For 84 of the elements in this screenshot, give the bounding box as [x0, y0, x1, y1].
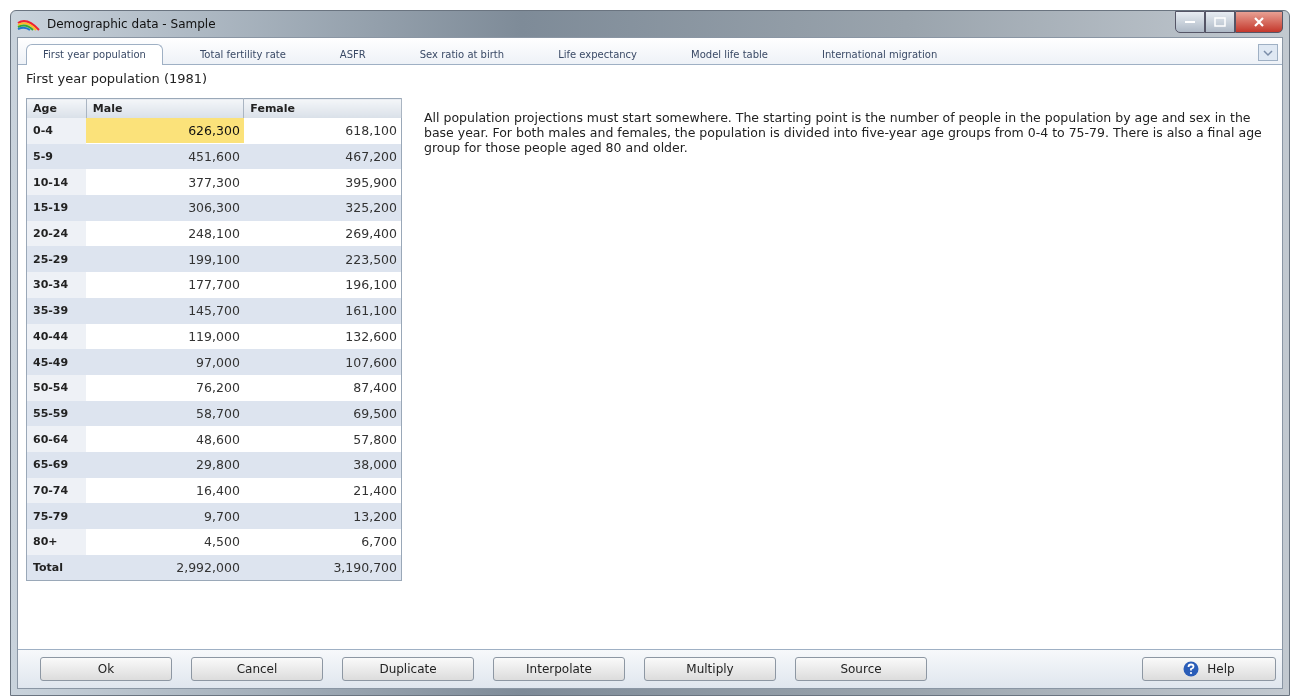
table-cell[interactable]: 395,900 [243, 169, 402, 196]
dialog-button[interactable]: Ok [40, 657, 172, 681]
row-header: 5-9 [26, 143, 87, 170]
help-button[interactable]: Help [1142, 657, 1276, 681]
column-header[interactable]: Male [86, 98, 244, 118]
row-header: 80+ [26, 529, 87, 555]
table-cell[interactable]: 467,200 [243, 143, 402, 170]
tab[interactable]: Life expectancy [541, 44, 655, 64]
row-header: 55-59 [26, 400, 87, 427]
table-cell[interactable]: 177,700 [86, 272, 244, 298]
table-cell[interactable]: 451,600 [86, 144, 244, 170]
table-cell[interactable]: 119,000 [86, 323, 244, 349]
table-cell[interactable]: 161,100 [243, 297, 402, 324]
table-cell[interactable]: 377,300 [86, 169, 244, 195]
minimize-button[interactable] [1175, 11, 1205, 33]
table-cell[interactable]: 223,500 [243, 246, 402, 273]
table-cell[interactable]: 3,190,700 [243, 554, 402, 581]
table-cell[interactable]: 107,600 [243, 349, 402, 375]
close-button[interactable] [1235, 11, 1283, 33]
maximize-icon [1214, 17, 1226, 27]
tab[interactable]: International migration [805, 44, 955, 64]
help-icon [1183, 661, 1200, 677]
table-cell[interactable]: 132,600 [243, 323, 402, 350]
minimize-icon [1184, 20, 1196, 24]
dialog-button[interactable]: Duplicate [342, 657, 474, 681]
dialog-button[interactable]: Source [795, 657, 927, 681]
dialog-button[interactable]: Multiply [644, 657, 776, 681]
table-cell[interactable]: 76,200 [86, 375, 244, 401]
row-header: 25-29 [26, 246, 87, 273]
table-cell[interactable]: 2,992,000 [86, 555, 244, 581]
description-text: All population projections must start somewhere. The starting point is the number of people in the population by age and sex in the base year. For both males and females, the population is divided into five-year age groups from 0-4 to 75-79. There is also a final age group for those people aged 80 and older. [424, 110, 1263, 157]
row-header: Total [26, 554, 87, 581]
row-header: 60-64 [26, 426, 87, 452]
table-cell[interactable]: 16,400 [86, 477, 244, 503]
table-cell[interactable]: 38,000 [243, 451, 402, 478]
tab[interactable]: Model life table [674, 44, 785, 64]
close-icon [1253, 17, 1265, 27]
row-header: 20-24 [26, 220, 87, 247]
table-cell[interactable]: 6,700 [243, 529, 402, 555]
table-cell[interactable]: 21,400 [243, 477, 402, 504]
row-header: 0-4 [26, 118, 87, 144]
table-cell[interactable]: 626,300 [86, 118, 244, 144]
table-cell[interactable]: 4,500 [86, 529, 244, 555]
table-cell[interactable]: 199,100 [86, 246, 244, 272]
row-header: 30-34 [26, 272, 87, 298]
table-cell[interactable]: 618,100 [243, 118, 402, 144]
column-header[interactable]: Age [26, 98, 87, 118]
table-cell[interactable]: 248,100 [86, 221, 244, 247]
tab[interactable]: ASFR [322, 44, 383, 64]
table-cell[interactable]: 13,200 [243, 503, 402, 529]
column-header[interactable]: Female [243, 98, 402, 118]
row-header: 40-44 [26, 323, 87, 350]
row-header: 75-79 [26, 503, 87, 529]
tab[interactable]: First year population [26, 44, 163, 65]
tab-menu-button[interactable] [1258, 44, 1278, 61]
tab[interactable]: Total fertility rate [182, 44, 303, 64]
dialog-button[interactable]: Interpolate [493, 657, 625, 681]
row-header: 15-19 [26, 195, 87, 221]
table-cell[interactable]: 29,800 [86, 452, 244, 478]
row-header: 50-54 [26, 374, 87, 401]
tab[interactable]: Sex ratio at birth [402, 44, 522, 64]
table-cell[interactable]: 306,300 [86, 195, 244, 221]
table-cell[interactable]: 9,700 [86, 503, 244, 529]
table-cell[interactable]: 325,200 [243, 195, 402, 221]
dialog-button[interactable]: Cancel [191, 657, 323, 681]
section-heading: First year population (1981) [26, 71, 209, 86]
table-cell[interactable]: 269,400 [243, 220, 402, 247]
chevron-down-icon [1263, 48, 1273, 57]
table-cell[interactable]: 69,500 [243, 400, 402, 427]
row-header: 10-14 [26, 169, 87, 196]
row-header: 70-74 [26, 477, 87, 504]
table-cell[interactable]: 48,600 [86, 426, 244, 452]
table-cell[interactable]: 145,700 [86, 298, 244, 324]
row-header: 65-69 [26, 451, 87, 478]
window-title: Demographic data - Sample [47, 17, 216, 31]
table-cell[interactable]: 196,100 [243, 272, 402, 298]
app-logo-icon [17, 17, 41, 31]
table-cell[interactable]: 87,400 [243, 374, 402, 401]
maximize-button[interactable] [1205, 11, 1235, 33]
table-cell[interactable]: 58,700 [86, 400, 244, 426]
table-cell[interactable]: 57,800 [243, 426, 402, 452]
row-header: 45-49 [26, 349, 87, 375]
table-cell[interactable]: 97,000 [86, 349, 244, 375]
row-header: 35-39 [26, 297, 87, 324]
